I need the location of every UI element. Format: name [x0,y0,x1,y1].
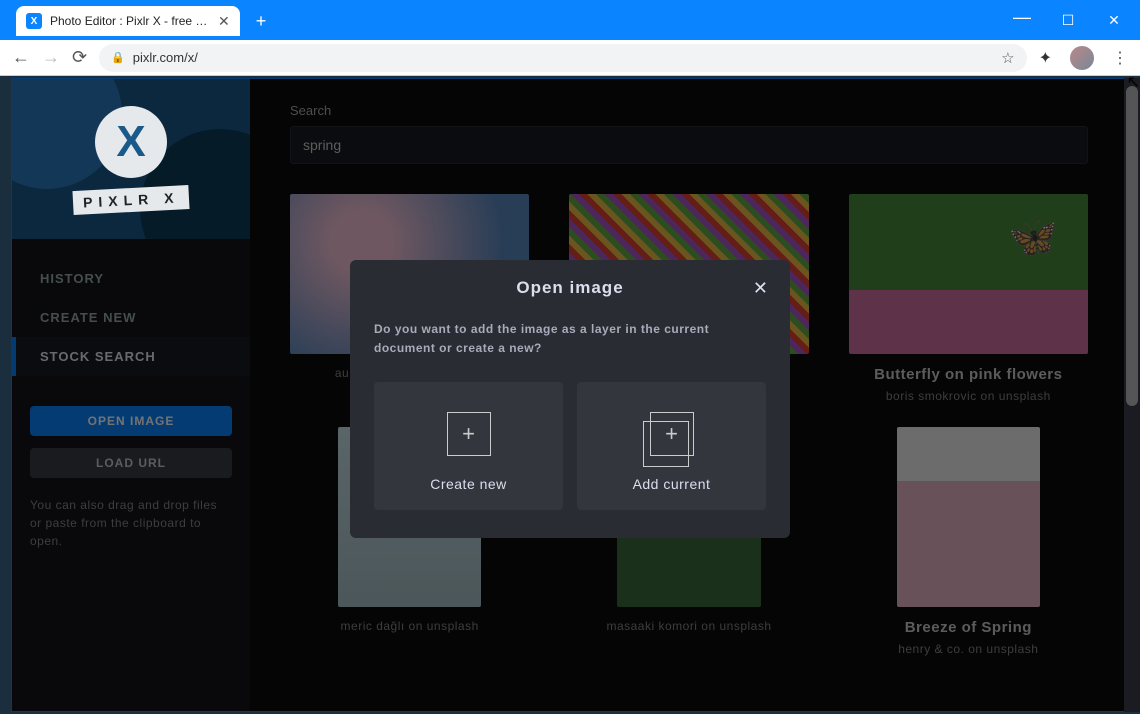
chrome-menu-button[interactable]: ⋮ [1112,48,1128,68]
mouse-cursor-icon: ↖ [1127,72,1140,92]
forward-button[interactable]: → [42,47,60,68]
reload-button[interactable]: ⟳ [72,47,87,68]
tabstrip: X Photo Editor : Pixlr X - free image ✕ … [16,6,266,36]
bookmark-star-icon[interactable]: ☆ [1001,49,1014,67]
tab-close-button[interactable]: ✕ [218,13,230,30]
favicon-icon: X [26,13,42,29]
option-label: Add current [587,476,756,492]
extensions-icon[interactable]: ✦ [1039,48,1052,68]
lock-icon: 🔒 [111,51,125,64]
dialog-description: Do you want to add the image as a layer … [374,320,766,358]
add-layer-icon: + [587,406,756,462]
scrollbar-thumb[interactable] [1126,86,1138,406]
plus-icon: + [384,406,553,462]
address-bar: ← → ⟳ 🔒 pixlr.com/x/ ☆ ✦ ⋮ [0,40,1140,76]
new-tab-button[interactable]: + [256,11,267,32]
omnibox[interactable]: 🔒 pixlr.com/x/ ☆ [99,44,1027,72]
url-text: pixlr.com/x/ [133,50,993,65]
window-minimize-button[interactable]: — [1008,7,1036,28]
logo-x-icon: X [95,106,167,178]
tab-title: Photo Editor : Pixlr X - free image [50,14,210,28]
open-image-dialog: Open image ✕ Do you want to add the imag… [350,260,790,538]
dialog-title: Open image [350,278,790,298]
add-current-option[interactable]: + Add current [577,382,766,510]
logo-label: PIXLR X [72,185,190,215]
create-new-option[interactable]: + Create new [374,382,563,510]
window-close-button[interactable]: ✕ [1100,12,1128,29]
profile-avatar[interactable] [1070,46,1094,70]
toolbar-right: ✦ ⋮ [1039,46,1128,70]
browser-tab[interactable]: X Photo Editor : Pixlr X - free image ✕ [16,6,240,36]
back-button[interactable]: ← [12,47,30,68]
dialog-options: + Create new + Add current [374,382,766,510]
scrollbar[interactable] [1124,78,1140,712]
dialog-close-button[interactable]: ✕ [753,278,768,299]
option-label: Create new [384,476,553,492]
window-maximize-button[interactable]: ☐ [1054,12,1082,29]
